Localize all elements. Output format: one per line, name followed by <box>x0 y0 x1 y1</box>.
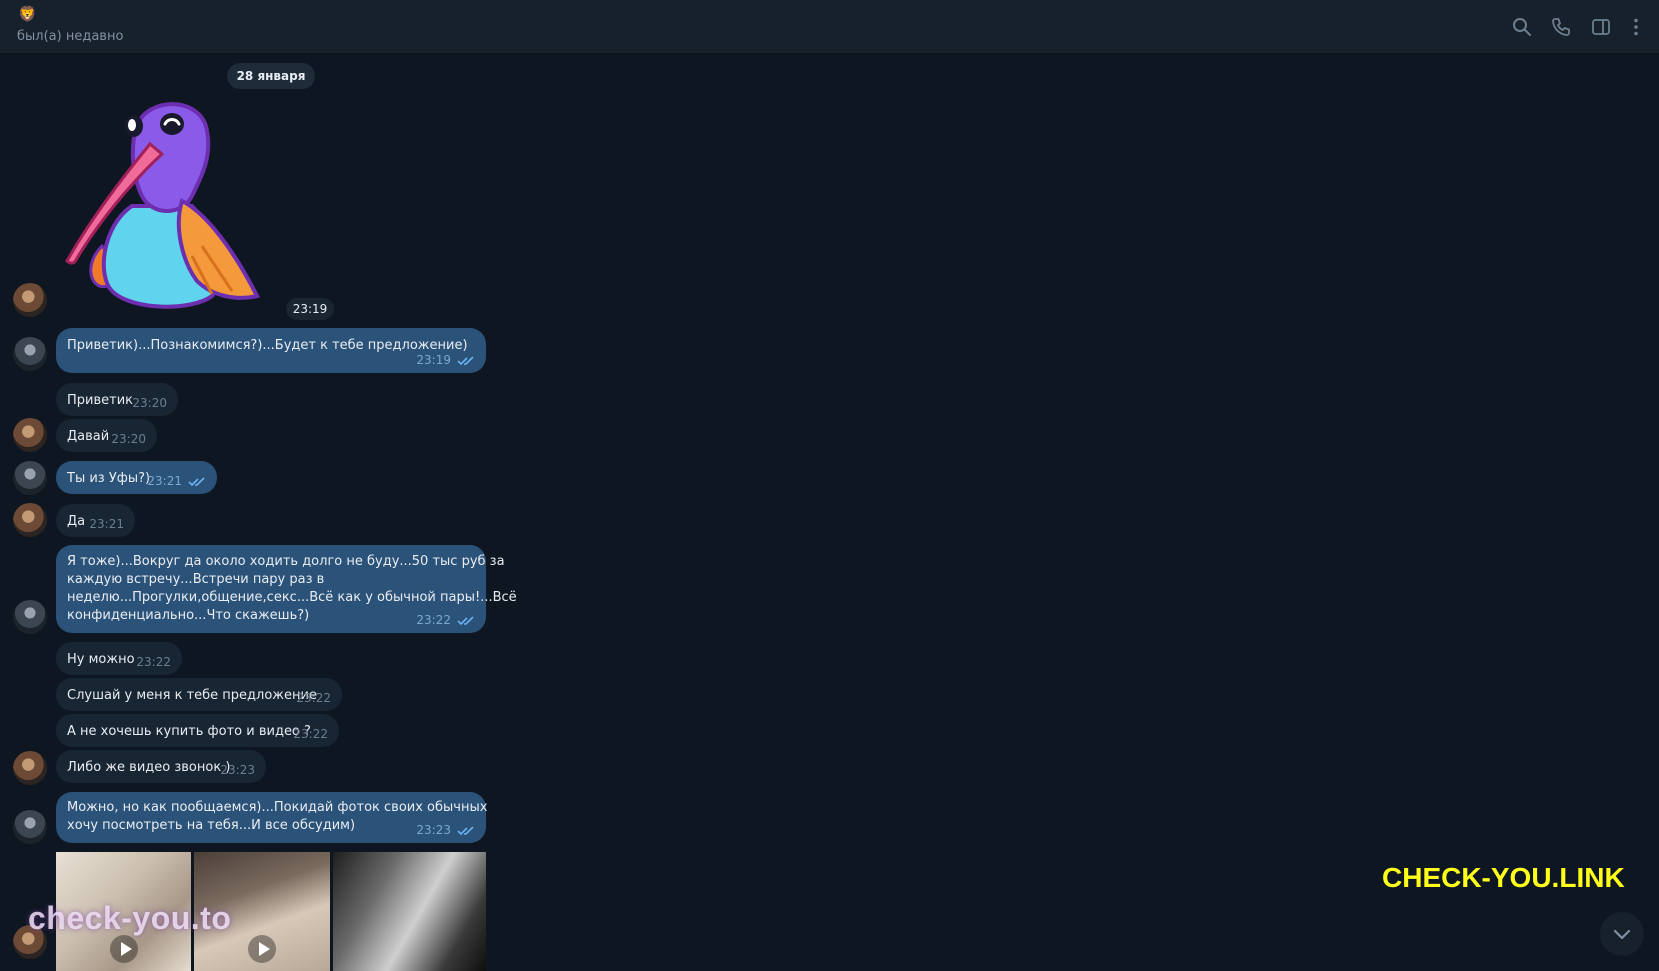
message-time: 23:22 <box>296 691 331 705</box>
double-check-icon <box>457 355 474 365</box>
message-bubble[interactable]: Да 23:21 <box>56 504 135 537</box>
avatar[interactable] <box>13 283 47 317</box>
message-text: Приветик <box>67 393 134 408</box>
scroll-down-button[interactable] <box>1600 912 1644 956</box>
message-text: Слушай у меня к тебе предложение <box>67 688 317 703</box>
message-time: 23:19 <box>416 353 451 367</box>
message-text: Ну можно <box>67 652 135 667</box>
play-icon <box>109 935 138 963</box>
message-meta: 23:19 <box>416 351 475 369</box>
message-bubble[interactable]: Ну можно 23:22 <box>56 642 182 675</box>
peer-status: был(а) недавно <box>17 29 124 44</box>
message-bubble[interactable]: Либо же видео звонок ) 23:23 <box>56 750 266 783</box>
avatar[interactable] <box>13 461 47 495</box>
sidebar-toggle-icon <box>1592 19 1610 35</box>
message-text: Давай <box>67 429 110 444</box>
message-time: 23:23 <box>416 823 451 837</box>
message-bubble[interactable]: Приветик)...Познакомимся?)...Будет к теб… <box>56 328 486 373</box>
message-text: А не хочешь купить фото и видео ? <box>67 724 311 739</box>
more-button[interactable] <box>1625 16 1647 38</box>
message-bubble[interactable]: Давай 23:20 <box>56 419 157 452</box>
message-text: Либо же видео звонок ) <box>67 760 231 775</box>
message-bubble[interactable]: Я тоже)...Вокруг да около ходить долго н… <box>56 545 517 633</box>
avatar[interactable] <box>13 600 47 634</box>
avatar[interactable] <box>13 337 47 371</box>
sticker-time: 23:19 <box>286 298 334 320</box>
hummingbird-sticker-icon <box>65 102 260 309</box>
message-time: 23:22 <box>136 655 171 669</box>
message-meta: 23:23 <box>416 821 475 839</box>
message-time: 23:22 <box>293 727 328 741</box>
search-icon <box>1513 18 1531 36</box>
avatar[interactable] <box>13 810 47 844</box>
watermark-right: CHECK-YOU.LINK <box>1382 862 1625 893</box>
avatar[interactable] <box>13 503 47 537</box>
message-time: 23:23 <box>220 763 255 777</box>
sticker-message[interactable] <box>62 96 272 311</box>
double-check-icon <box>457 825 474 835</box>
message-time: 23:20 <box>111 432 146 446</box>
more-vertical-icon <box>1634 18 1638 36</box>
date-separator: 28 января <box>227 63 315 89</box>
avatar[interactable] <box>13 418 47 452</box>
message-meta: 23:22 <box>416 611 475 629</box>
photo-thumbnail[interactable] <box>333 852 486 971</box>
double-check-icon <box>457 615 474 625</box>
message-bubble[interactable]: Можно, но как пообщаемся)...Покидай фото… <box>56 792 487 843</box>
avatar[interactable] <box>13 751 47 785</box>
call-button[interactable] <box>1550 16 1572 38</box>
message-time: 23:20 <box>132 396 167 410</box>
watermark-bottom-left: check-you.to <box>28 900 232 936</box>
chat-header: 🦁 был(а) недавно <box>0 0 1659 54</box>
message-bubble[interactable]: Приветик 23:20 <box>56 383 178 416</box>
message-text: Приветик)...Познакомимся?)...Будет к теб… <box>67 338 468 353</box>
message-bubble[interactable]: Ты из Уфы?) 23:21 <box>56 461 217 494</box>
message-time: 23:21 <box>147 474 182 488</box>
search-button[interactable] <box>1511 16 1533 38</box>
double-check-icon <box>188 476 205 486</box>
chevron-down-icon <box>1613 929 1631 940</box>
play-icon <box>248 935 276 963</box>
message-time: 23:22 <box>416 613 451 627</box>
message-bubble[interactable]: Слушай у меня к тебе предложение 23:22 <box>56 678 342 711</box>
message-bubble[interactable]: А не хочешь купить фото и видео ? 23:22 <box>56 714 339 747</box>
phone-icon <box>1552 18 1570 36</box>
sidebar-toggle-button[interactable] <box>1590 16 1612 38</box>
peer-name-emoji[interactable]: 🦁 <box>18 6 37 22</box>
message-text: Да <box>67 514 86 529</box>
message-text: Ты из Уфы?) <box>67 471 151 486</box>
message-meta: 23:21 <box>147 472 206 490</box>
message-time: 23:21 <box>89 517 124 531</box>
